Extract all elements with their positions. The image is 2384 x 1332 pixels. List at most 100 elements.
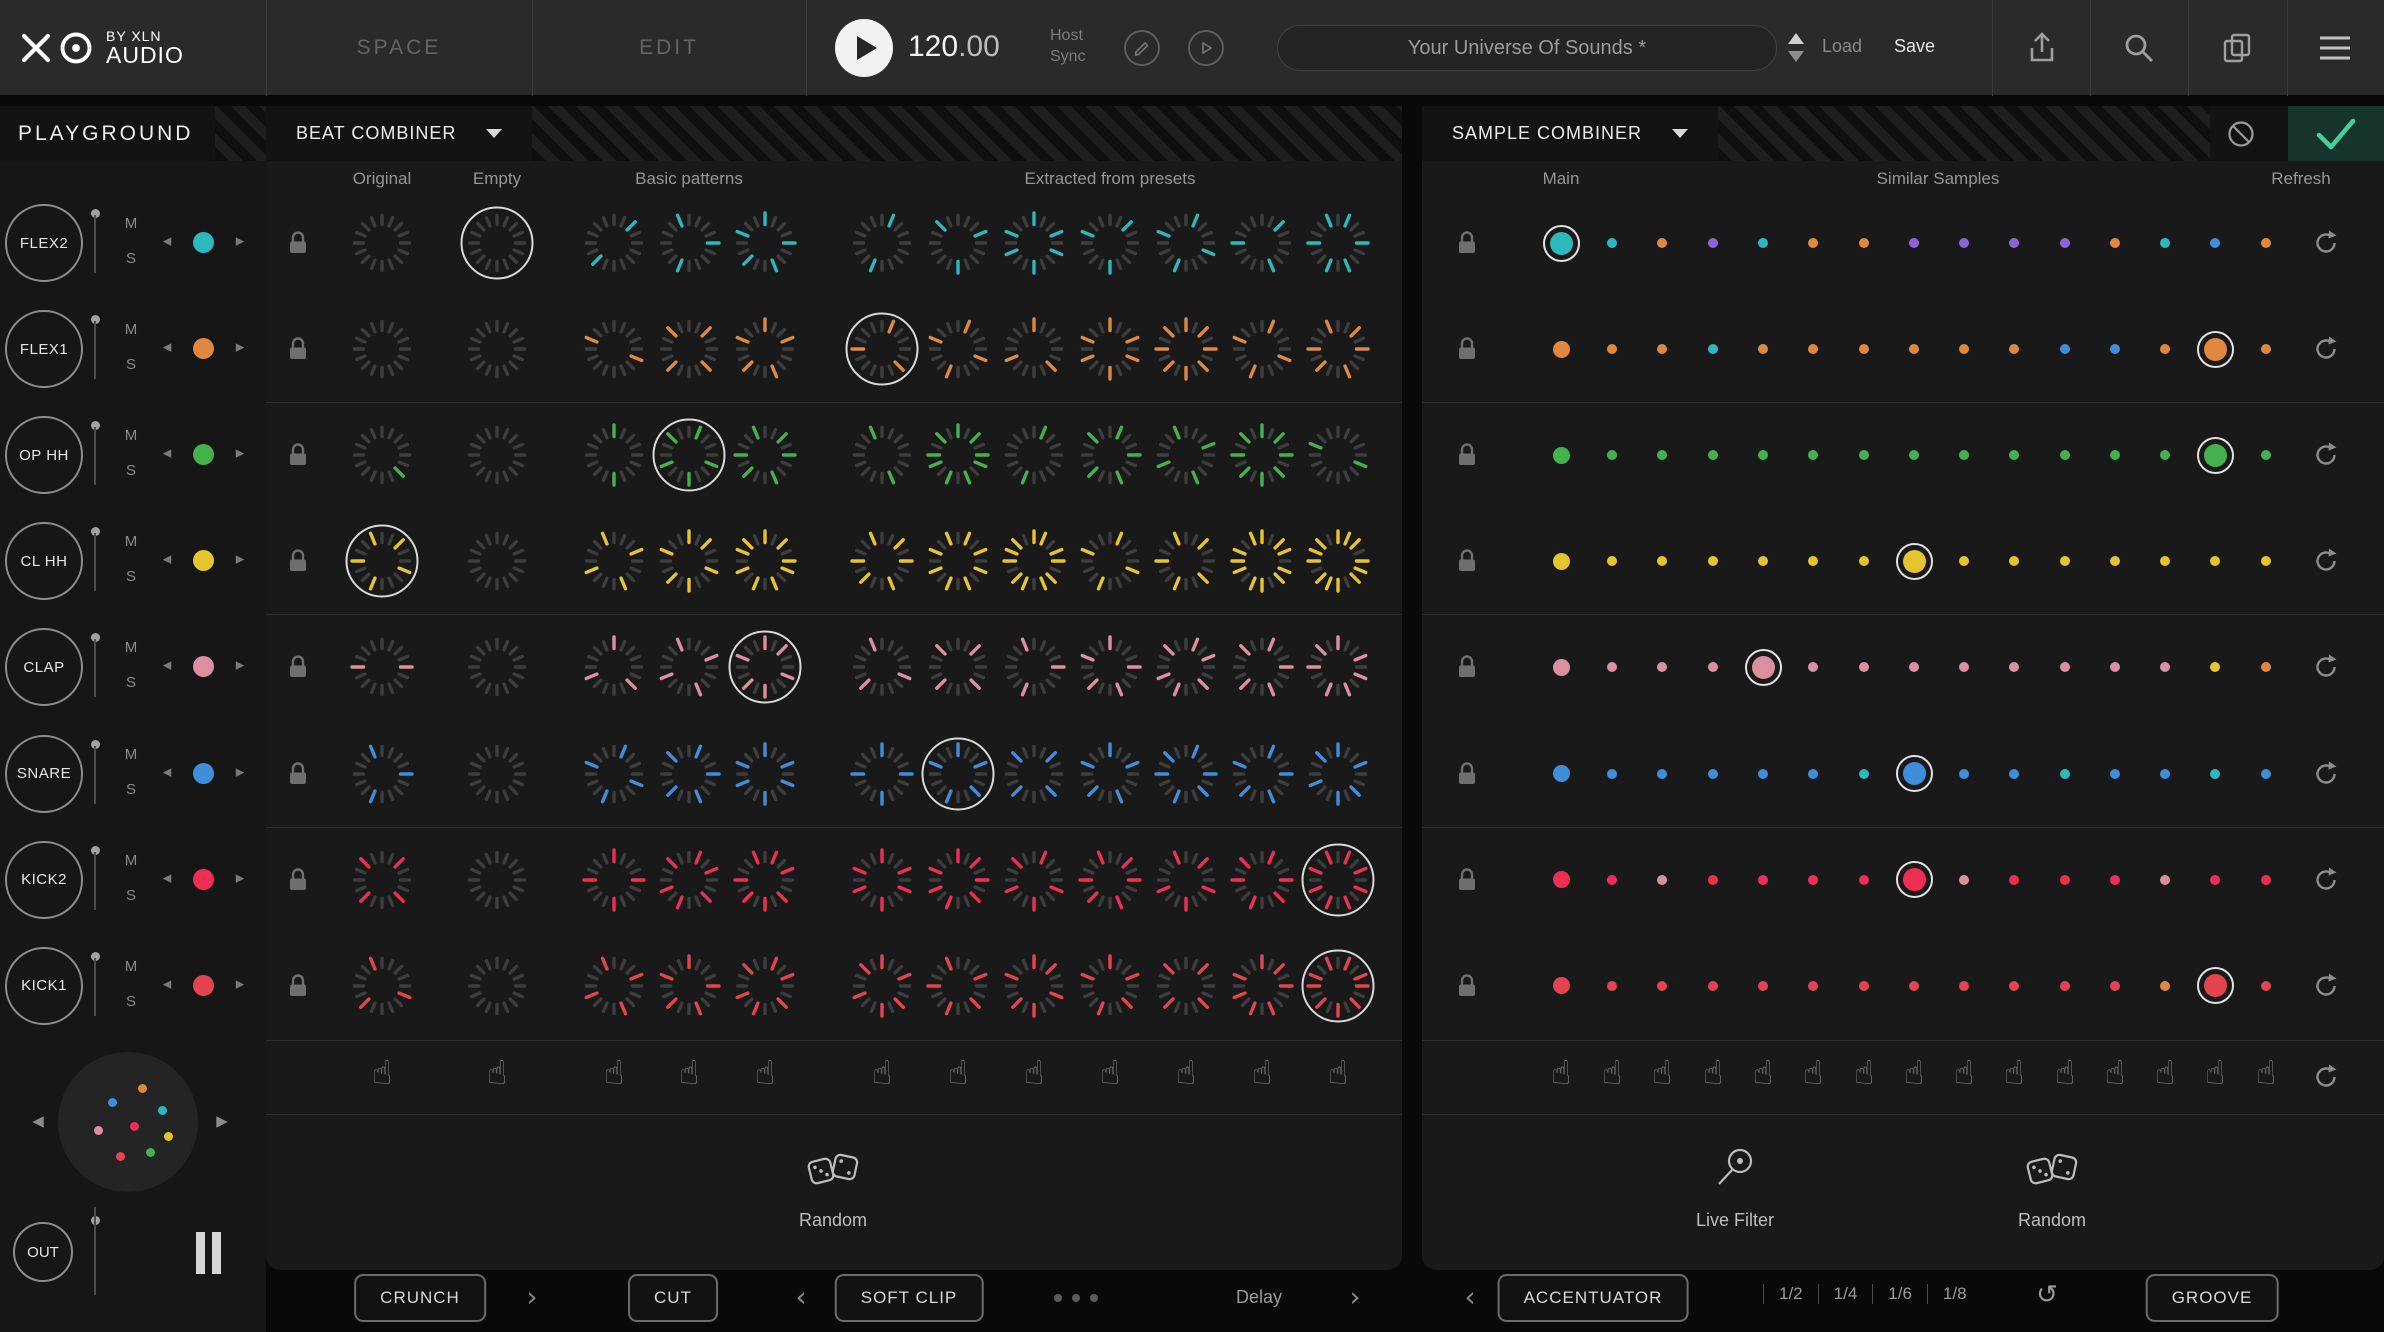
beat-pattern-cell[interactable] [1222, 203, 1302, 283]
beat-pattern-cell[interactable] [1146, 521, 1226, 601]
beat-pattern-cell[interactable] [918, 521, 998, 601]
sample-dot[interactable] [1959, 238, 1969, 248]
sample-dot[interactable] [2261, 344, 2271, 354]
beat-pattern-cell[interactable] [994, 840, 1074, 920]
sample-lock-icon[interactable] [1455, 866, 1479, 894]
nudge-hand-icon[interactable]: ☝ [1743, 1053, 1783, 1092]
row-refresh-icon[interactable] [2310, 333, 2342, 365]
channel-pad-clhh[interactable]: CL HH [5, 522, 83, 600]
beat-pattern-cell[interactable] [1070, 946, 1150, 1026]
prev-sample-arrow[interactable]: ◂ [157, 655, 177, 675]
sample-dot[interactable] [1758, 344, 1768, 354]
beat-pattern-cell[interactable] [842, 946, 922, 1026]
beat-pattern-cell[interactable] [1146, 627, 1226, 707]
channel-color-dot[interactable] [193, 656, 214, 677]
nudge-hand-icon[interactable]: ☝ [1090, 1053, 1130, 1092]
beat-pattern-cell[interactable] [1298, 203, 1378, 283]
sample-dot[interactable] [2110, 556, 2120, 566]
beat-pattern-cell[interactable] [1070, 840, 1150, 920]
beat-pattern-cell[interactable] [649, 521, 729, 601]
channel-volume-slider[interactable] [94, 533, 96, 591]
row-refresh-icon[interactable] [2310, 1061, 2342, 1093]
pause-icon[interactable] [212, 1232, 221, 1274]
sample-dot[interactable] [2009, 238, 2019, 248]
beat-pattern-cell[interactable] [918, 415, 998, 495]
channel-pad-ophh[interactable]: OP HH [5, 416, 83, 494]
sample-dot[interactable] [1708, 981, 1718, 991]
sample-dot[interactable] [1607, 981, 1617, 991]
sample-dot[interactable] [1758, 875, 1768, 885]
mute-button[interactable]: M [121, 639, 141, 656]
beat-pattern-cell[interactable] [725, 627, 805, 707]
beat-pattern-cell[interactable] [842, 415, 922, 495]
sample-dot[interactable] [2160, 344, 2170, 354]
beat-pattern-cell[interactable] [342, 203, 422, 283]
prev-sample-arrow[interactable]: ◂ [157, 974, 177, 994]
channel-volume-slider[interactable] [94, 639, 96, 697]
beat-pattern-cell[interactable] [649, 627, 729, 707]
beat-pattern-cell[interactable] [842, 627, 922, 707]
channel-pad-snare[interactable]: SNARE [5, 735, 83, 813]
beat-pattern-cell[interactable] [1222, 946, 1302, 1026]
sample-dot[interactable] [1909, 662, 1919, 672]
beat-pattern-cell[interactable] [1146, 415, 1226, 495]
row-refresh-icon[interactable] [2310, 651, 2342, 683]
pause-icon[interactable] [196, 1232, 205, 1274]
sample-dot[interactable] [1607, 450, 1617, 460]
beat-pattern-cell[interactable] [918, 203, 998, 283]
sample-dot[interactable] [1909, 450, 1919, 460]
beat-pattern-cell[interactable] [649, 840, 729, 920]
sample-dot[interactable] [1752, 656, 1775, 679]
sample-dot[interactable] [1959, 875, 1969, 885]
beat-pattern-cell[interactable] [1222, 734, 1302, 814]
beat-lock-icon[interactable] [286, 441, 310, 469]
prev-sample-arrow[interactable]: ◂ [157, 868, 177, 888]
sample-dot[interactable] [2009, 556, 2019, 566]
nudge-hand-icon[interactable]: ☝ [2045, 1053, 2085, 1092]
sample-lock-icon[interactable] [1455, 972, 1479, 1000]
sample-dot[interactable] [1959, 662, 1969, 672]
row-refresh-icon[interactable] [2310, 864, 2342, 896]
beat-pattern-cell[interactable] [1222, 627, 1302, 707]
sample-lock-icon[interactable] [1455, 229, 1479, 257]
solo-button[interactable]: S [121, 250, 141, 267]
sample-dot[interactable] [1903, 868, 1926, 891]
beat-pattern-cell[interactable] [1146, 946, 1226, 1026]
beat-pattern-cell[interactable] [918, 840, 998, 920]
mute-button[interactable]: M [121, 852, 141, 869]
row-refresh-icon[interactable] [2310, 970, 2342, 1002]
sample-dot[interactable] [2261, 662, 2271, 672]
beat-pattern-cell[interactable] [918, 734, 998, 814]
nudge-hand-icon[interactable]: ☝ [745, 1053, 785, 1092]
sample-dot[interactable] [1758, 450, 1768, 460]
beat-pattern-cell[interactable] [649, 415, 729, 495]
sample-dot[interactable] [1758, 238, 1768, 248]
beat-lock-icon[interactable] [286, 972, 310, 1000]
sample-dot[interactable] [2261, 875, 2271, 885]
beat-pattern-cell[interactable] [574, 309, 654, 389]
sample-dot[interactable] [1607, 875, 1617, 885]
beat-pattern-cell[interactable] [842, 309, 922, 389]
sample-dot[interactable] [2060, 238, 2070, 248]
sample-dot[interactable] [2009, 662, 2019, 672]
sample-dot[interactable] [2210, 556, 2220, 566]
solo-button[interactable]: S [121, 568, 141, 585]
beat-pattern-cell[interactable] [1298, 521, 1378, 601]
nudge-hand-icon[interactable]: ☝ [1014, 1053, 1054, 1092]
sample-dot[interactable] [2009, 875, 2019, 885]
sample-dot[interactable] [2110, 344, 2120, 354]
prev-sample-arrow[interactable]: ◂ [157, 337, 177, 357]
sample-dot[interactable] [1657, 875, 1667, 885]
beat-pattern-cell[interactable] [1298, 840, 1378, 920]
sample-dot[interactable] [2261, 556, 2271, 566]
sample-dot[interactable] [2060, 875, 2070, 885]
sample-dot[interactable] [2009, 981, 2019, 991]
channel-color-dot[interactable] [193, 763, 214, 784]
sample-dot[interactable] [2261, 769, 2271, 779]
sample-dot[interactable] [2110, 662, 2120, 672]
prev-sample-arrow[interactable]: ◂ [157, 549, 177, 569]
sample-dot[interactable] [2110, 875, 2120, 885]
beat-lock-icon[interactable] [286, 335, 310, 363]
beat-pattern-cell[interactable] [1222, 840, 1302, 920]
beat-pattern-cell[interactable] [725, 946, 805, 1026]
